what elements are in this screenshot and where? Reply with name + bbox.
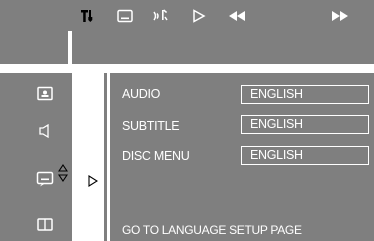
play-icon[interactable] xyxy=(192,7,206,25)
rewind-icon[interactable] xyxy=(228,7,246,25)
up-down-arrow-icon xyxy=(57,164,69,187)
info-strip xyxy=(0,31,374,64)
speaker-icon[interactable] xyxy=(36,123,54,139)
divider xyxy=(107,73,110,241)
top-toolbar xyxy=(0,0,374,31)
footer-hint: GO TO LANGUAGE SETUP PAGE xyxy=(122,223,302,237)
subtitle-label: SUBTITLE xyxy=(122,119,180,133)
audio-icon[interactable] xyxy=(152,7,170,25)
language-icon[interactable] xyxy=(36,171,54,187)
subtitle-icon[interactable] xyxy=(117,7,133,25)
settings-icon[interactable] xyxy=(80,7,96,25)
disc-menu-label: DISC MENU xyxy=(122,149,190,163)
selection-indicator-area xyxy=(57,73,100,241)
divider xyxy=(100,73,104,241)
audio-label: AUDIO xyxy=(122,87,161,101)
right-arrow-icon xyxy=(88,174,99,192)
sidebar xyxy=(0,73,75,241)
language-setup-panel: AUDIO ENGLISH SUBTITLE ENGLISH DISC MENU… xyxy=(100,73,374,241)
subtitle-value-field[interactable]: ENGLISH xyxy=(241,115,369,134)
book-icon[interactable] xyxy=(36,217,54,233)
divider xyxy=(68,31,72,64)
disc-menu-value-field[interactable]: ENGLISH xyxy=(241,146,369,165)
audio-value-field[interactable]: ENGLISH xyxy=(241,85,369,104)
fast-forward-icon[interactable] xyxy=(331,7,349,25)
general-setup-icon[interactable] xyxy=(36,86,54,102)
